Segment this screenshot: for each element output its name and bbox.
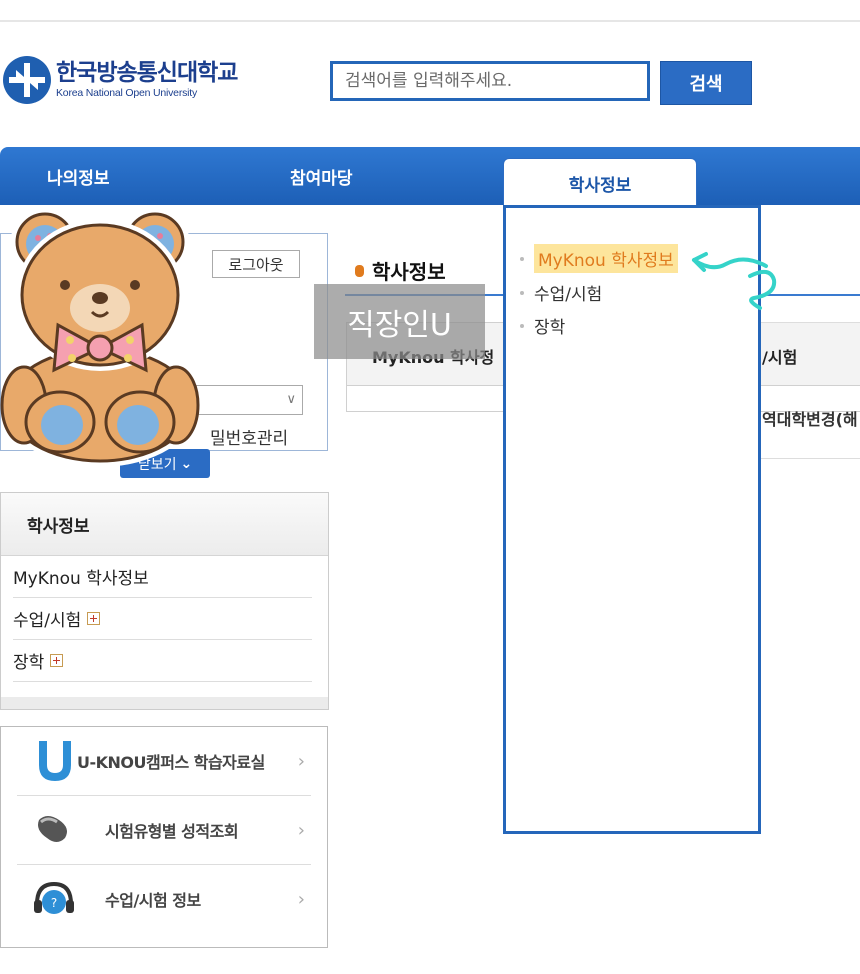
nav-tab-community[interactable]: 참여마당 [290,147,353,205]
logo-english-name: Korea National Open University [56,86,198,99]
quick-links-panel: U-KNOU캠퍼스 학습자료실 › 시험유형별 성적조회 › ? 수업/시험 정… [0,726,328,948]
chevron-right-icon: › [297,750,305,772]
dropdown-item-scholarship[interactable]: 장학 [520,313,565,338]
university-emblem-icon [3,56,51,104]
logout-button[interactable]: 로그아웃 [212,250,300,278]
chevron-right-icon: › [297,888,305,910]
site-logo[interactable]: 한국방송통신대학교 Korea National Open University [2,54,307,106]
left-menu-item-label: MyKnou 학사정보 [13,569,149,589]
chevron-right-icon: › [297,819,305,841]
bullet-dot-icon [520,256,524,261]
quick-link-class-exam-info[interactable]: ? 수업/시험 정보 › [17,865,311,933]
quick-link-label: 시험유형별 성적조회 [105,822,239,841]
top-divider [0,20,860,22]
expand-plus-icon[interactable] [87,612,101,625]
left-menu-item-myknou[interactable]: MyKnou 학사정보 [13,556,312,598]
left-menu-footer [1,697,328,709]
main-nav: 나의정보 참여마당 [0,147,860,205]
left-menu-title: 학사정보 [1,493,328,556]
page-title: 학사정보 [372,260,446,284]
dropdown-item-myknou[interactable]: MyKnou 학사정보 [520,244,678,273]
left-menu-item-scholarship[interactable]: 장학 [13,640,312,682]
expand-plus-icon[interactable] [50,654,64,667]
left-menu: 학사정보 MyKnou 학사정보 수업/시험 장학 [0,492,329,710]
teddy-bear-sticker [0,206,200,467]
dropdown-item-label: MyKnou 학사정보 [534,244,678,273]
dropdown-item-class-exam[interactable]: 수업/시험 [520,280,602,305]
quick-link-label: 수업/시험 정보 [105,891,201,910]
dropdown-item-label: 수업/시험 [534,285,603,305]
left-menu-item-label: 장학 [13,653,45,673]
title-bullet-icon [355,265,364,277]
bullet-dot-icon [520,323,524,328]
logo-korean-name: 한국방송통신대학교 [56,59,238,86]
password-manage-link[interactable]: 밀번호관리 [210,424,288,449]
u-knou-logo-icon [39,741,71,781]
mouse-icon [38,816,67,842]
headset-icon: ? [34,881,74,914]
left-menu-item-class-exam[interactable]: 수업/시험 [13,598,312,640]
watermark-label: 직장인U [314,284,485,359]
quick-link-grade-lookup[interactable]: 시험유형별 성적조회 › [17,796,311,865]
search-input[interactable] [330,61,650,101]
bullet-dot-icon [520,290,524,295]
chevron-down-icon: ∨ [286,392,296,407]
nav-tab-academic-info[interactable]: 학사정보 [503,158,697,208]
search-button[interactable]: 검색 [660,61,752,105]
left-menu-item-label: 수업/시험 [13,611,82,631]
quick-link-ukNOU-campus[interactable]: U-KNOU캠퍼스 학습자료실 › [17,727,311,796]
table-header-exam[interactable]: /시험 [762,344,797,368]
svg-text:?: ? [51,896,57,910]
hand-drawn-arrow-icon [692,252,777,310]
nav-tab-my-info[interactable]: 나의정보 [47,147,110,205]
quick-link-label: U-KNOU캠퍼스 학습자료실 [77,753,265,772]
right-table [760,322,860,459]
dropdown-item-label: 장학 [534,318,566,338]
table-cell-major-change[interactable]: 역대학변경(해 [762,406,858,430]
